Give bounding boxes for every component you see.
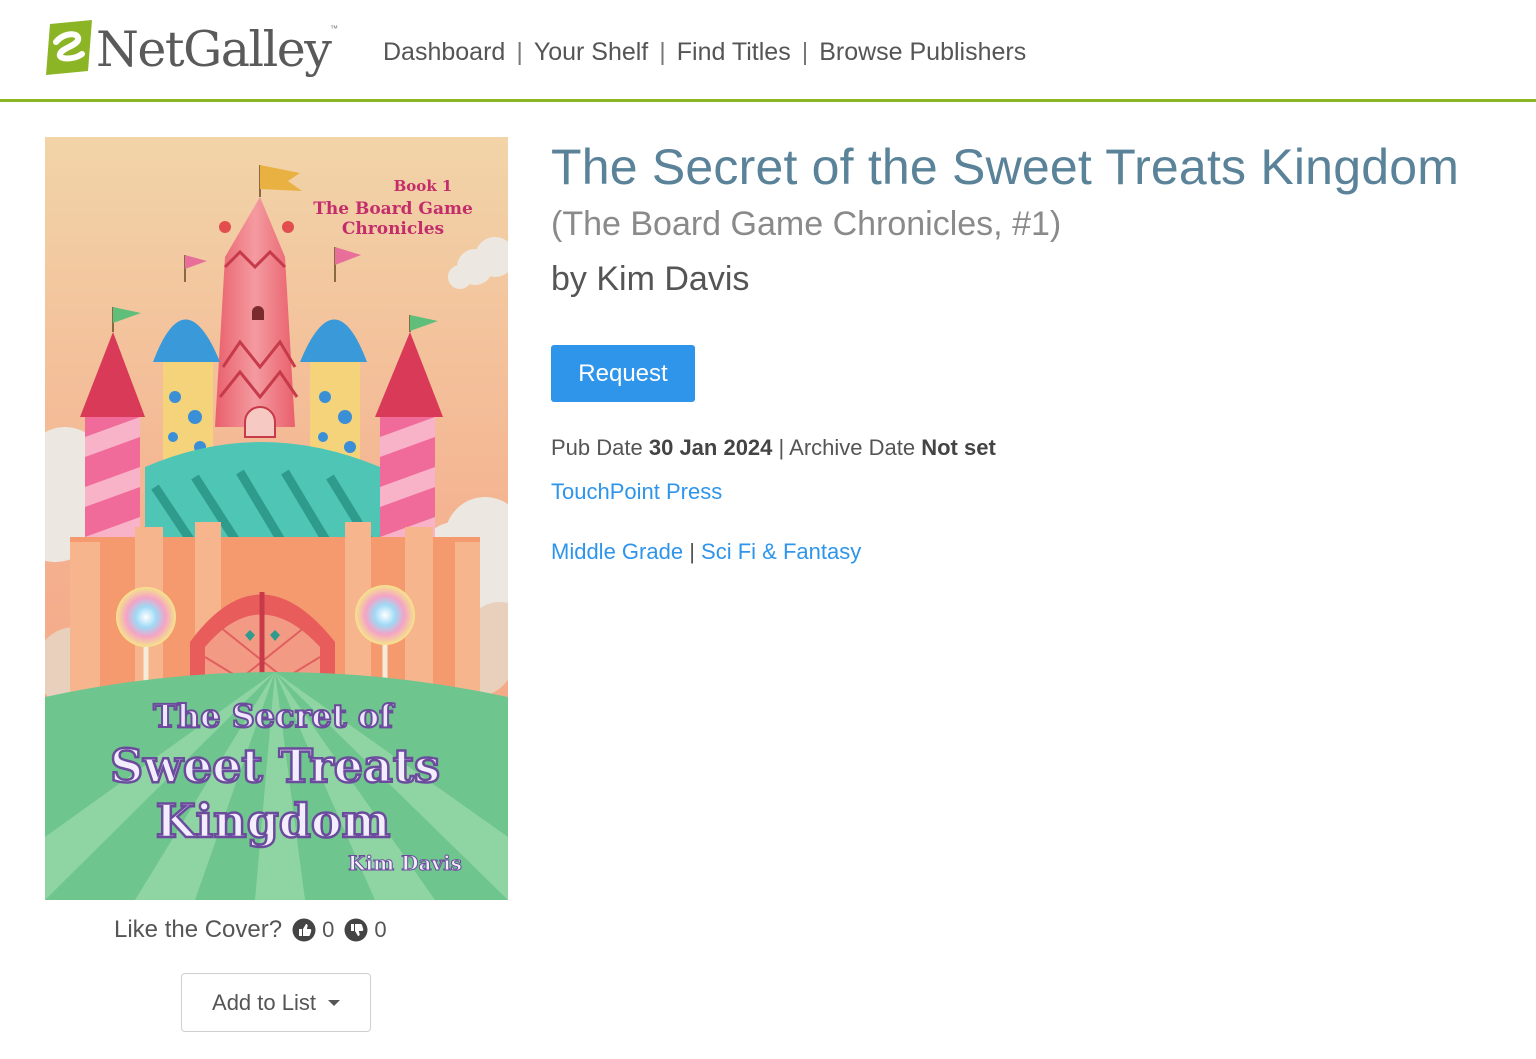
nav-dashboard[interactable]: Dashboard <box>383 38 505 67</box>
cover-series-line2: Chronicles <box>342 219 444 239</box>
like-cover-label: Like the Cover? <box>114 916 283 943</box>
netgalley-logo-mark-icon <box>46 20 92 75</box>
header-divider <box>0 99 1536 102</box>
cover-title-line1: The Secret of <box>153 697 395 735</box>
cover-illustration: Book 1 The Board Game Chronicles The Sec… <box>45 137 508 900</box>
trademark: ™ <box>330 24 338 33</box>
book-cover-image[interactable]: Book 1 The Board Game Chronicles The Sec… <box>45 137 508 900</box>
nav-separator: | <box>516 37 523 66</box>
publisher-link[interactable]: TouchPoint Press <box>551 477 722 507</box>
archive-date-value: Not set <box>921 435 996 460</box>
category-link-sci-fi-fantasy[interactable]: Sci Fi & Fantasy <box>701 539 861 564</box>
pub-date-label: Pub Date <box>551 435 643 460</box>
request-button[interactable]: Request <box>551 345 695 402</box>
add-to-list-label: Add to List <box>212 989 316 1015</box>
cover-series-line1: The Board Game <box>313 199 473 219</box>
category-link-middle-grade[interactable]: Middle Grade <box>551 539 683 564</box>
date-separator: | <box>778 435 785 460</box>
cover-vote-row: Like the Cover? 0 0 <box>114 912 387 948</box>
dislikes-count: 0 <box>374 917 387 942</box>
book-author: by Kim Davis <box>551 260 750 298</box>
nav-separator: | <box>659 37 666 66</box>
caret-down-icon <box>327 999 340 1006</box>
book-dates: Pub Date 30 Jan 2024 | Archive Date Not … <box>551 433 996 463</box>
nav-find-titles[interactable]: Find Titles <box>677 38 791 67</box>
netgalley-logo[interactable]: NetGalley ™ <box>44 18 344 82</box>
pub-date-value: 30 Jan 2024 <box>648 435 773 460</box>
thumbs-up-icon <box>292 918 316 942</box>
main-nav: Dashboard | Your Shelf | Find Titles | B… <box>383 34 1026 70</box>
add-to-list-button[interactable]: Add to List <box>181 973 371 1032</box>
logo-text: NetGalley <box>96 21 332 78</box>
cover-title-line2: Sweet Treats <box>110 739 440 793</box>
cover-book-number: Book 1 <box>394 177 453 195</box>
book-series: (The Board Game Chronicles, #1) <box>551 205 1062 243</box>
book-categories: Middle Grade | Sci Fi & Fantasy <box>551 537 861 567</box>
cover-title-line3: Kingdom <box>156 794 391 848</box>
archive-date-label: Archive Date <box>789 435 916 460</box>
thumbs-up-button[interactable]: 0 <box>292 917 334 943</box>
likes-count: 0 <box>322 917 335 942</box>
book-title: The Secret of the Sweet Treats Kingdom <box>551 139 1460 195</box>
nav-separator: | <box>801 37 809 66</box>
thumbs-down-button[interactable]: 0 <box>344 917 387 943</box>
site-header: NetGalley ™ Dashboard | Your Shelf | Fin… <box>0 0 1536 102</box>
thumbs-down-icon <box>344 918 368 942</box>
category-separator: | <box>689 539 695 564</box>
nav-your-shelf[interactable]: Your Shelf <box>534 38 648 67</box>
cover-author: Kim Davis <box>348 851 462 875</box>
nav-browse-publishers[interactable]: Browse Publishers <box>819 38 1026 67</box>
